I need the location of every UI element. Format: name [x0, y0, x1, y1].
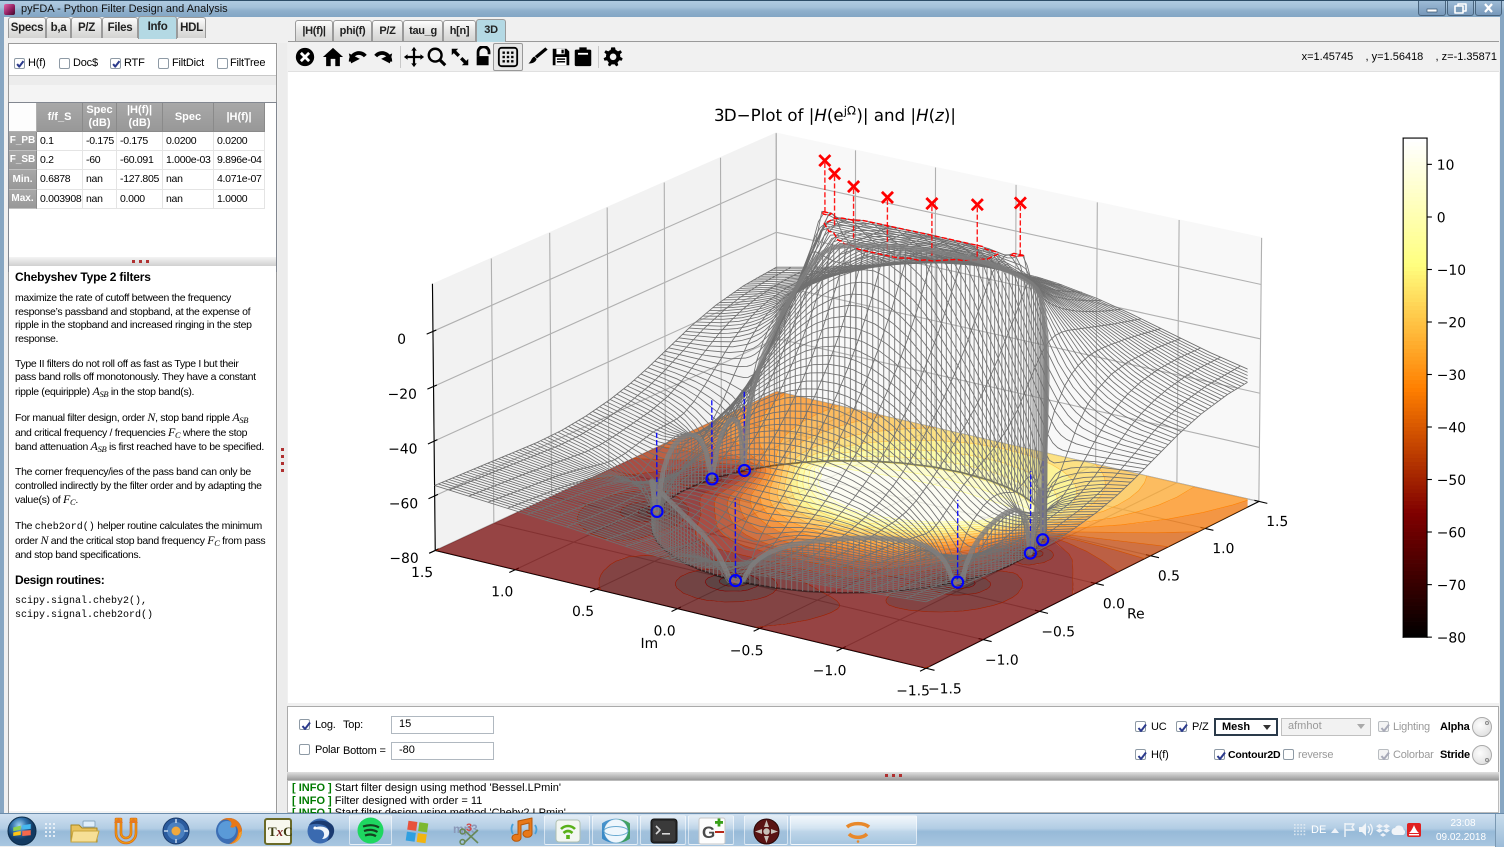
svg-text:TxC: TxC [268, 824, 292, 839]
svg-text:G: G [702, 823, 715, 842]
